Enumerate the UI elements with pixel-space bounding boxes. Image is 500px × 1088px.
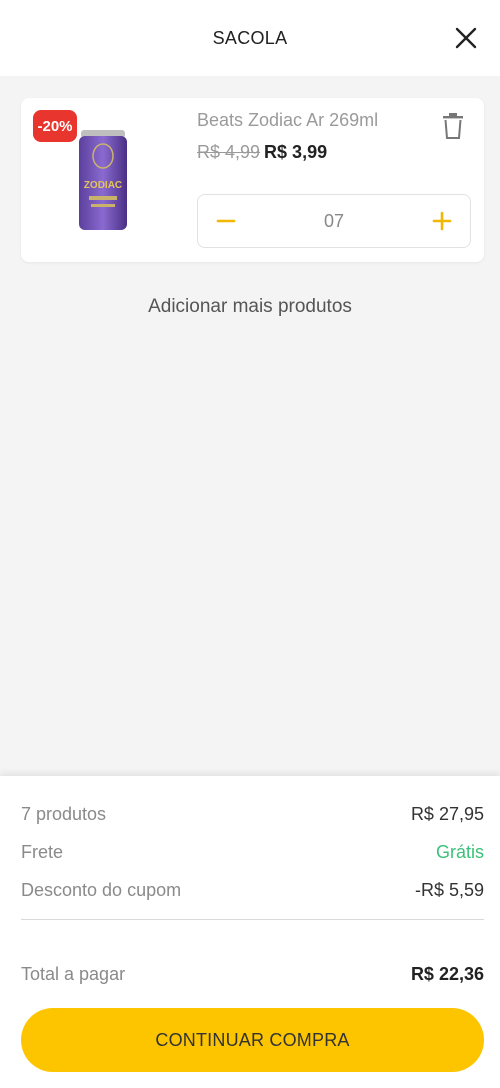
order-summary: 7 produtos R$ 27,95 Frete Grátis Descont… <box>0 776 500 1088</box>
total-label: Total a pagar <box>21 964 126 984</box>
current-price: R$ 3,99 <box>264 142 328 162</box>
summary-total-row: Total a pagar R$ 22,36 <box>21 964 484 985</box>
product-name: Beats Zodiac Ar 269ml <box>197 110 379 130</box>
summary-products-row: 7 produtos R$ 27,95 <box>21 804 484 825</box>
old-price: R$ 4,99 <box>197 142 261 162</box>
product-image: ZODIAC <box>79 130 127 230</box>
price-row: R$ 4,99 R$ 3,99 <box>197 142 327 163</box>
summary-coupon-row: Desconto do cupom -R$ 5,59 <box>21 880 484 901</box>
page-title: SACOLA <box>212 27 288 48</box>
coupon-label: Desconto do cupom <box>21 880 182 900</box>
increase-quantity-button[interactable] <box>428 207 456 235</box>
summary-divider <box>21 919 484 920</box>
total-value: R$ 22,36 <box>410 964 484 984</box>
close-button[interactable] <box>452 24 480 52</box>
discount-badge: -20% <box>33 110 77 142</box>
remove-item-button[interactable] <box>441 112 469 142</box>
shipping-value: Grátis <box>435 842 484 862</box>
quantity-value: 07 <box>323 210 345 231</box>
products-subtotal: R$ 27,95 <box>410 804 484 824</box>
add-more-products-link[interactable]: Adicionar mais produtos <box>0 296 500 318</box>
minus-icon <box>216 219 236 223</box>
plus-icon <box>432 211 452 231</box>
summary-shipping-row: Frete Grátis <box>21 842 484 863</box>
shipping-label: Frete <box>21 842 64 862</box>
close-icon <box>455 27 477 49</box>
products-count-label: 7 produtos <box>21 804 107 824</box>
header: SACOLA <box>0 0 500 76</box>
decrease-quantity-button[interactable] <box>212 207 240 235</box>
continue-purchase-button[interactable]: CONTINUAR COMPRA <box>21 1008 484 1072</box>
quantity-stepper: 07 <box>197 194 471 248</box>
product-image-label: ZODIAC <box>84 180 122 191</box>
cart-item-card: ZODIAC -20% Beats Zodiac Ar 269ml R$ 4,9… <box>21 98 484 262</box>
trash-icon <box>443 113 463 139</box>
coupon-value: -R$ 5,59 <box>414 880 484 900</box>
